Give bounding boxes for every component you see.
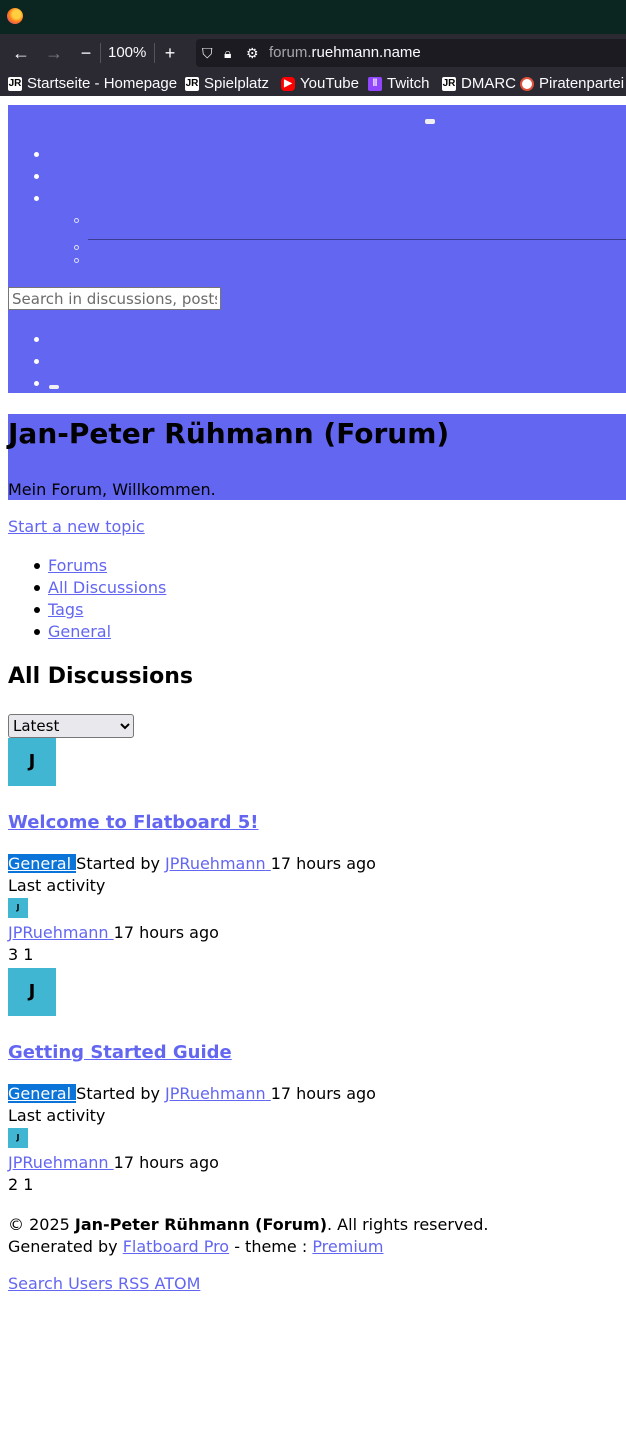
discussion-meta: General Started by JPRuehmann 17 hours a… [8,854,376,873]
search-input[interactable] [8,287,221,310]
nav-item[interactable] [34,196,39,201]
theme-link[interactable]: Premium [312,1237,383,1256]
piratenpartei-icon [520,76,534,91]
started-by-label: Started by [76,854,160,873]
browser-titlebar [0,0,626,34]
breadcrumb-item-all-discussions: All Discussions [8,577,166,599]
jr-logo-icon: JR [8,76,22,91]
breadcrumb-item-general: General [8,621,166,643]
forward-arrow-icon[interactable]: → [41,40,67,66]
bookmarks-bar: JR Startseite - Homepage JR Spielplatz ▶ Yo… [0,72,626,96]
breadcrumb-link-forums[interactable]: Forums [48,556,107,575]
last-activity-label: Last activity [8,876,106,895]
zoom-level[interactable]: 100% [108,44,146,61]
footer-link-search[interactable]: Search [8,1274,63,1293]
footer-link-atom[interactable]: ATOM [155,1274,201,1293]
lock-icon[interactable]: 🔒︎ [224,45,231,62]
breadcrumb-link-general[interactable]: General [48,622,111,641]
back-arrow-icon[interactable]: ← [8,40,34,66]
bookmark-dmarc[interactable]: JR DMARC [442,75,516,92]
dropdown-divider [88,239,626,240]
started-by-label: Started by [76,1084,160,1103]
breadcrumb-link-tags[interactable]: Tags [48,600,83,619]
category-tag[interactable]: General [8,854,77,873]
avatar[interactable]: J [8,968,56,1016]
discussion-title-link[interactable]: Getting Started Guide [8,1042,232,1063]
author-link[interactable]: JPRuehmann [165,854,271,873]
firefox-icon [7,8,23,24]
discussion-meta: General Started by JPRuehmann 17 hours a… [8,1084,376,1103]
bookmark-startseite[interactable]: JR Startseite - Homepage [8,75,177,92]
started-time: 17 hours ago [270,854,376,873]
copyright-line: © 2025 Jan-Peter Rühmann (Forum). All ri… [8,1215,489,1234]
zoom-divider [154,43,155,63]
site-navbar [8,105,626,393]
generated-by-line: Generated by Flatboard Pro - theme : Pre… [8,1237,384,1256]
bookmark-youtube[interactable]: ▶ YouTube [281,75,359,92]
start-new-topic-link[interactable]: Start a new topic [8,517,145,536]
twitch-icon: ǁ [368,76,382,91]
footer-link-rss[interactable]: RSS [118,1274,149,1293]
last-user-link[interactable]: JPRuehmann [8,1153,114,1172]
last-user-link[interactable]: JPRuehmann [8,923,114,942]
jr-logo-icon: JR [185,76,199,91]
started-time: 17 hours ago [270,1084,376,1103]
bookmark-piratenpartei[interactable]: Piratenpartei [520,75,624,92]
author-link[interactable]: JPRuehmann [165,1084,271,1103]
menu-toggle-button[interactable] [425,119,435,124]
breadcrumb-item-tags: Tags [8,599,166,621]
sort-select[interactable]: Latest [8,714,134,738]
last-activity-label: Last activity [8,1106,106,1125]
site-title: Jan-Peter Rühmann (Forum) [8,417,450,450]
permissions-icon[interactable]: ⚙ [246,45,259,62]
category-tag[interactable]: General [8,1084,77,1103]
site-banner: Jan-Peter Rühmann (Forum) Mein Forum, Wi… [8,414,626,500]
browser-toolbar: ← → − 100% + ⛉ 🔒︎ ⚙ forum.ruehmann.name [0,34,626,72]
breadcrumb-link-all-discussions[interactable]: All Discussions [48,578,166,597]
avatar[interactable]: J [8,738,56,786]
nav-item[interactable] [34,152,39,157]
footer-link-users[interactable]: Users [68,1274,113,1293]
user-menu-button[interactable] [49,385,59,389]
url-text[interactable]: forum.ruehmann.name [269,44,421,61]
last-user-avatar[interactable]: J [8,1128,28,1148]
last-activity-info: JPRuehmann 17 hours ago [8,1153,219,1172]
youtube-icon: ▶ [281,76,295,91]
shield-icon[interactable]: ⛉ [202,45,213,62]
bookmark-twitch[interactable]: ǁ Twitch [368,75,430,92]
nav-item[interactable] [34,174,39,179]
footer: © 2025 Jan-Peter Rühmann (Forum). All ri… [8,1214,489,1258]
nav-subitem[interactable] [74,258,79,263]
discussion-title-link[interactable]: Welcome to Flatboard 5! [8,812,258,833]
nav-subitem[interactable] [74,218,79,223]
page-title: All Discussions [8,664,193,689]
nav-subitem[interactable] [74,245,79,250]
nav-item[interactable] [34,359,39,364]
nav-item[interactable] [34,337,39,342]
zoom-in-button[interactable]: + [157,40,183,66]
jr-logo-icon: JR [442,76,456,91]
copyright-name: Jan-Peter Rühmann (Forum) [74,1215,327,1234]
site-subtitle: Mein Forum, Willkommen. [8,480,216,499]
zoom-divider [100,43,101,63]
discussion-counts: 2 1 [8,1175,34,1194]
last-activity-time: 17 hours ago [113,923,219,942]
last-activity-time: 17 hours ago [113,1153,219,1172]
last-user-avatar[interactable]: J [8,898,28,918]
footer-links[interactable]: Search Users RSS ATOM [8,1274,200,1293]
breadcrumb: Forums All Discussions Tags General [8,555,166,643]
zoom-out-button[interactable]: − [73,40,99,66]
nav-item[interactable] [34,381,39,386]
bookmark-spielplatz[interactable]: JR Spielplatz [185,75,269,92]
discussion-counts: 3 1 [8,945,34,964]
last-activity-info: JPRuehmann 17 hours ago [8,923,219,942]
flatboard-link[interactable]: Flatboard Pro [123,1237,229,1256]
url-bar[interactable]: ⛉ 🔒︎ ⚙ forum.ruehmann.name [196,39,626,67]
breadcrumb-item-forums: Forums [8,555,166,577]
